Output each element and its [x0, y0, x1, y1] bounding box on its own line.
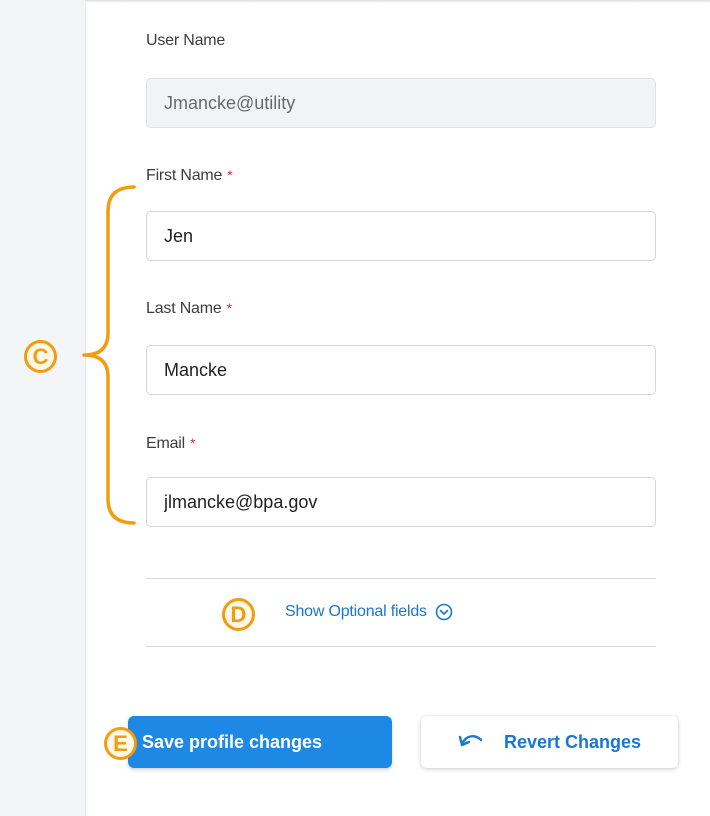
show-optional-fields-toggle[interactable]: Show Optional fields [285, 603, 453, 621]
left-sidebar-gutter [0, 0, 86, 816]
username-field [146, 78, 656, 128]
undo-icon [458, 731, 484, 754]
first-name-label: First Name * [146, 167, 233, 185]
last-name-label: Last Name * [146, 300, 232, 318]
chevron-down-circle-icon [435, 603, 453, 621]
annotation-marker-c-label: C [32, 344, 49, 369]
required-asterisk: * [227, 167, 233, 183]
required-asterisk: * [226, 300, 232, 316]
annotation-marker-e-label: E [113, 731, 128, 756]
save-profile-changes-button[interactable]: Save profile changes [128, 716, 392, 768]
first-name-field[interactable] [146, 211, 656, 261]
required-asterisk: * [190, 435, 196, 451]
username-label-text: User Name [146, 32, 226, 49]
annotation-marker-d-label: D [230, 602, 247, 627]
revert-button-label: Revert Changes [503, 731, 642, 752]
last-name-field[interactable] [146, 345, 656, 395]
annotation-brace [82, 185, 136, 525]
email-label-text: Email [146, 435, 186, 452]
username-label: User Name [146, 32, 225, 50]
annotation-marker-d: D [222, 598, 255, 631]
divider-top [146, 578, 656, 579]
annotation-marker-c: C [24, 340, 57, 373]
save-button-label: Save profile changes [142, 731, 323, 752]
last-name-label-text: Last Name [146, 300, 222, 317]
top-edge [85, 0, 710, 3]
divider-bottom [146, 646, 656, 647]
annotation-marker-e: E [104, 727, 137, 760]
revert-changes-button[interactable]: Revert Changes [421, 716, 678, 768]
first-name-label-text: First Name [146, 167, 223, 184]
email-field[interactable] [146, 477, 656, 527]
email-label: Email * [146, 435, 195, 453]
show-optional-fields-label: Show Optional fields [285, 603, 427, 620]
